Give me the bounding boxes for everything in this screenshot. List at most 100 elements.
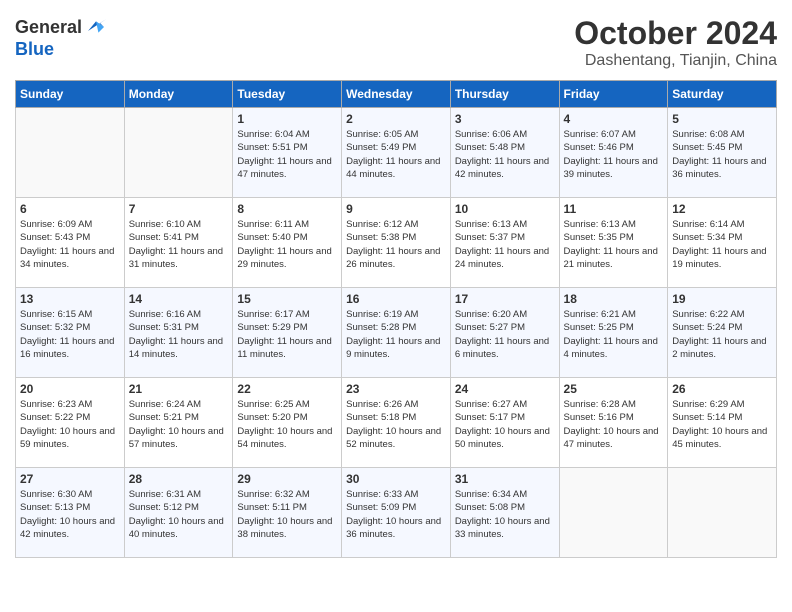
day-cell: 11 Sunrise: 6:13 AM Sunset: 5:35 PM Dayli… bbox=[559, 198, 668, 288]
day-number: 2 bbox=[346, 112, 446, 126]
day-info: Sunrise: 6:26 AM Sunset: 5:18 PM Dayligh… bbox=[346, 398, 446, 451]
day-number: 31 bbox=[455, 472, 555, 486]
day-info: Sunrise: 6:28 AM Sunset: 5:16 PM Dayligh… bbox=[564, 398, 664, 451]
day-number: 4 bbox=[564, 112, 664, 126]
day-info: Sunrise: 6:04 AM Sunset: 5:51 PM Dayligh… bbox=[237, 128, 337, 181]
day-cell: 15Sunrise: 6:17 AM Sunset: 5:29 PM Dayli… bbox=[233, 288, 342, 378]
day-number: 10 bbox=[455, 202, 555, 216]
day-info: Sunrise: 6:12 AM Sunset: 5:38 PM Dayligh… bbox=[346, 218, 446, 271]
day-info: Sunrise: 6:27 AM Sunset: 5:17 PM Dayligh… bbox=[455, 398, 555, 451]
day-cell bbox=[559, 468, 668, 558]
day-cell: 1 Sunrise: 6:04 AM Sunset: 5:51 PM Daylig… bbox=[233, 108, 342, 198]
day-number: 25 bbox=[564, 382, 664, 396]
weekday-header-saturday: Saturday bbox=[668, 81, 777, 108]
week-row-2: 6 Sunrise: 6:09 AM Sunset: 5:43 PM Daylig… bbox=[16, 198, 777, 288]
day-number: 1 bbox=[237, 112, 337, 126]
week-row-3: 13Sunrise: 6:15 AM Sunset: 5:32 PM Dayli… bbox=[16, 288, 777, 378]
day-number: 23 bbox=[346, 382, 446, 396]
day-number: 14 bbox=[129, 292, 229, 306]
day-info: Sunrise: 6:29 AM Sunset: 5:14 PM Dayligh… bbox=[672, 398, 772, 451]
day-number: 16 bbox=[346, 292, 446, 306]
title-area: October 2024 Dashentang, Tianjin, China bbox=[574, 15, 777, 70]
day-cell: 12 Sunrise: 6:14 AM Sunset: 5:34 PM Dayli… bbox=[668, 198, 777, 288]
day-info: Sunrise: 6:08 AM Sunset: 5:45 PM Dayligh… bbox=[672, 128, 772, 181]
day-info: Sunrise: 6:14 AM Sunset: 5:34 PM Dayligh… bbox=[672, 218, 772, 271]
day-number: 21 bbox=[129, 382, 229, 396]
day-info: Sunrise: 6:09 AM Sunset: 5:43 PM Dayligh… bbox=[20, 218, 120, 271]
day-cell bbox=[124, 108, 233, 198]
day-cell: 3Sunrise: 6:06 AM Sunset: 5:48 PM Daylig… bbox=[450, 108, 559, 198]
day-cell: 28 Sunrise: 6:31 AM Sunset: 5:12 PM Dayli… bbox=[124, 468, 233, 558]
day-info: Sunrise: 6:22 AM Sunset: 5:24 PM Dayligh… bbox=[672, 308, 772, 361]
week-row-4: 20 Sunrise: 6:23 AM Sunset: 5:22 PM Dayli… bbox=[16, 378, 777, 468]
day-cell bbox=[16, 108, 125, 198]
day-cell: 4 Sunrise: 6:07 AM Sunset: 5:46 PM Daylig… bbox=[559, 108, 668, 198]
day-info: Sunrise: 6:13 AM Sunset: 5:35 PM Dayligh… bbox=[564, 218, 664, 271]
day-number: 12 bbox=[672, 202, 772, 216]
day-info: Sunrise: 6:15 AM Sunset: 5:32 PM Dayligh… bbox=[20, 308, 120, 361]
day-info: Sunrise: 6:30 AM Sunset: 5:13 PM Dayligh… bbox=[20, 488, 120, 541]
day-number: 26 bbox=[672, 382, 772, 396]
weekday-header-friday: Friday bbox=[559, 81, 668, 108]
day-cell: 16 Sunrise: 6:19 AM Sunset: 5:28 PM Dayli… bbox=[342, 288, 451, 378]
day-cell: 2 Sunrise: 6:05 AM Sunset: 5:49 PM Daylig… bbox=[342, 108, 451, 198]
day-cell: 21Sunrise: 6:24 AM Sunset: 5:21 PM Dayli… bbox=[124, 378, 233, 468]
day-info: Sunrise: 6:07 AM Sunset: 5:46 PM Dayligh… bbox=[564, 128, 664, 181]
day-number: 18 bbox=[564, 292, 664, 306]
day-cell: 26 Sunrise: 6:29 AM Sunset: 5:14 PM Dayli… bbox=[668, 378, 777, 468]
week-row-5: 27Sunrise: 6:30 AM Sunset: 5:13 PM Dayli… bbox=[16, 468, 777, 558]
day-info: Sunrise: 6:25 AM Sunset: 5:20 PM Dayligh… bbox=[237, 398, 337, 451]
day-info: Sunrise: 6:32 AM Sunset: 5:11 PM Dayligh… bbox=[237, 488, 337, 541]
day-info: Sunrise: 6:11 AM Sunset: 5:40 PM Dayligh… bbox=[237, 218, 337, 271]
day-cell: 30Sunrise: 6:33 AM Sunset: 5:09 PM Dayli… bbox=[342, 468, 451, 558]
day-cell: 7 Sunrise: 6:10 AM Sunset: 5:41 PM Daylig… bbox=[124, 198, 233, 288]
day-info: Sunrise: 6:19 AM Sunset: 5:28 PM Dayligh… bbox=[346, 308, 446, 361]
day-info: Sunrise: 6:33 AM Sunset: 5:09 PM Dayligh… bbox=[346, 488, 446, 541]
day-number: 7 bbox=[129, 202, 229, 216]
day-cell: 29Sunrise: 6:32 AM Sunset: 5:11 PM Dayli… bbox=[233, 468, 342, 558]
day-cell: 18 Sunrise: 6:21 AM Sunset: 5:25 PM Dayli… bbox=[559, 288, 668, 378]
logo-bird-icon bbox=[84, 15, 108, 39]
day-number: 17 bbox=[455, 292, 555, 306]
day-cell: 19 Sunrise: 6:22 AM Sunset: 5:24 PM Dayli… bbox=[668, 288, 777, 378]
day-info: Sunrise: 6:21 AM Sunset: 5:25 PM Dayligh… bbox=[564, 308, 664, 361]
weekday-header-tuesday: Tuesday bbox=[233, 81, 342, 108]
day-info: Sunrise: 6:20 AM Sunset: 5:27 PM Dayligh… bbox=[455, 308, 555, 361]
month-title: October 2024 bbox=[574, 15, 777, 52]
day-cell: 24Sunrise: 6:27 AM Sunset: 5:17 PM Dayli… bbox=[450, 378, 559, 468]
day-number: 6 bbox=[20, 202, 120, 216]
day-number: 11 bbox=[564, 202, 664, 216]
day-cell bbox=[668, 468, 777, 558]
calendar-body: 1 Sunrise: 6:04 AM Sunset: 5:51 PM Daylig… bbox=[16, 108, 777, 558]
day-number: 9 bbox=[346, 202, 446, 216]
day-number: 3 bbox=[455, 112, 555, 126]
day-info: Sunrise: 6:23 AM Sunset: 5:22 PM Dayligh… bbox=[20, 398, 120, 451]
day-cell: 6 Sunrise: 6:09 AM Sunset: 5:43 PM Daylig… bbox=[16, 198, 125, 288]
weekday-header-wednesday: Wednesday bbox=[342, 81, 451, 108]
day-info: Sunrise: 6:10 AM Sunset: 5:41 PM Dayligh… bbox=[129, 218, 229, 271]
day-info: Sunrise: 6:34 AM Sunset: 5:08 PM Dayligh… bbox=[455, 488, 555, 541]
day-number: 5 bbox=[672, 112, 772, 126]
day-number: 15 bbox=[237, 292, 337, 306]
day-info: Sunrise: 6:13 AM Sunset: 5:37 PM Dayligh… bbox=[455, 218, 555, 271]
calendar-table: SundayMondayTuesdayWednesdayThursdayFrid… bbox=[15, 80, 777, 558]
day-cell: 20 Sunrise: 6:23 AM Sunset: 5:22 PM Dayli… bbox=[16, 378, 125, 468]
day-number: 20 bbox=[20, 382, 120, 396]
day-info: Sunrise: 6:05 AM Sunset: 5:49 PM Dayligh… bbox=[346, 128, 446, 181]
day-cell: 23 Sunrise: 6:26 AM Sunset: 5:18 PM Dayli… bbox=[342, 378, 451, 468]
day-number: 28 bbox=[129, 472, 229, 486]
location-title: Dashentang, Tianjin, China bbox=[574, 52, 777, 70]
day-cell: 17 Sunrise: 6:20 AM Sunset: 5:27 PM Dayli… bbox=[450, 288, 559, 378]
logo: General Blue bbox=[15, 15, 108, 60]
day-cell: 10 Sunrise: 6:13 AM Sunset: 5:37 PM Dayli… bbox=[450, 198, 559, 288]
page-header: General Blue October 2024 Dashentang, Ti… bbox=[15, 15, 777, 70]
day-number: 19 bbox=[672, 292, 772, 306]
day-cell: 31 Sunrise: 6:34 AM Sunset: 5:08 PM Dayli… bbox=[450, 468, 559, 558]
day-cell: 8Sunrise: 6:11 AM Sunset: 5:40 PM Daylig… bbox=[233, 198, 342, 288]
day-info: Sunrise: 6:31 AM Sunset: 5:12 PM Dayligh… bbox=[129, 488, 229, 541]
day-cell: 25 Sunrise: 6:28 AM Sunset: 5:16 PM Dayli… bbox=[559, 378, 668, 468]
logo-general-text: General bbox=[15, 17, 82, 38]
day-number: 22 bbox=[237, 382, 337, 396]
day-cell: 9 Sunrise: 6:12 AM Sunset: 5:38 PM Daylig… bbox=[342, 198, 451, 288]
weekday-header-monday: Monday bbox=[124, 81, 233, 108]
